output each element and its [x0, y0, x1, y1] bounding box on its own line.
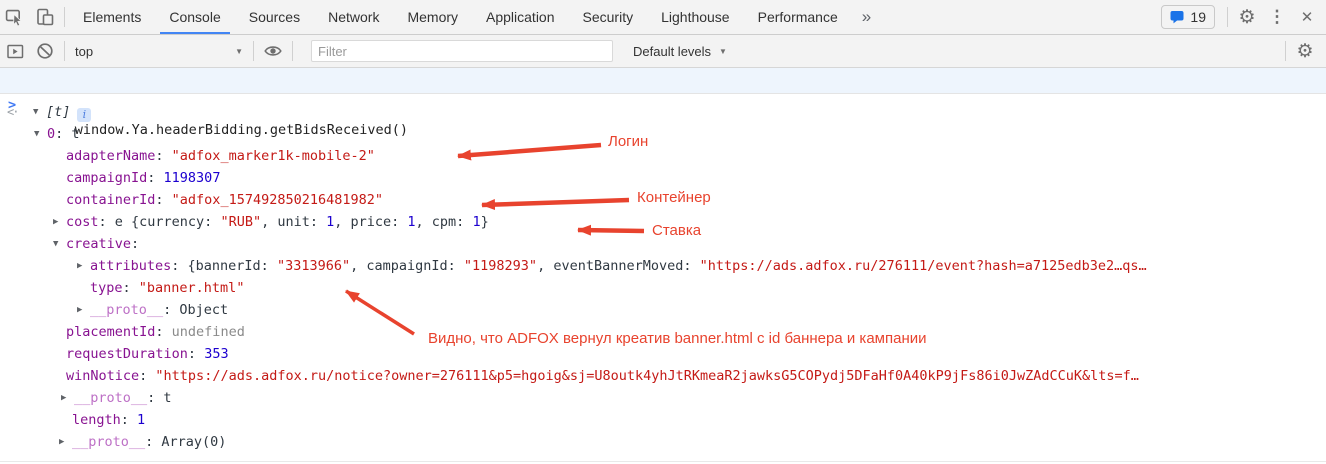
console-command-row: > window.Ya.headerBidding.getBidsReceive…	[0, 68, 1326, 94]
annotation-label-creative-note: Видно, что ADFOX вернул креатив banner.h…	[428, 330, 926, 347]
console-line: type: "banner.html"	[0, 277, 1326, 299]
console-line: ▶ __proto__: t	[0, 387, 1326, 409]
console-area: > window.Ya.headerBidding.getBidsReceive…	[0, 68, 1326, 453]
chevron-down-icon: ▼	[719, 47, 727, 56]
issues-count: 19	[1190, 9, 1206, 25]
console-line: winNotice: "https://ads.adfox.ru/notice?…	[0, 365, 1326, 387]
console-line-content: type: "banner.html"	[90, 277, 244, 299]
javascript-context-dropdown[interactable]: top ▼	[69, 44, 249, 59]
console-line-content: campaignId: 1198307	[66, 167, 220, 189]
inspect-element-icon[interactable]	[0, 3, 30, 31]
tab-elements[interactable]: Elements	[74, 0, 150, 34]
console-line: ▶ __proto__: Object	[0, 299, 1326, 321]
tab-security[interactable]: Security	[574, 0, 643, 34]
toolbar-separator	[64, 7, 65, 27]
disclosure-triangle-expanded[interactable]: ▼	[33, 101, 38, 123]
console-line-content: __proto__: Object	[90, 299, 228, 321]
console-line-content: __proto__: t	[74, 387, 172, 409]
annotation-label-container: Контейнер	[637, 189, 711, 206]
disclosure-triangle-expanded[interactable]: ▼	[53, 233, 58, 255]
toolbar-separator	[64, 41, 65, 61]
disclosure-triangle-collapsed[interactable]: ▶	[77, 255, 82, 277]
chevron-down-icon: ▼	[235, 47, 243, 56]
console-output-lines: <· ▼ [t]i ▼ 0: tadapterName: "adfox_marker1k…	[0, 94, 1326, 453]
annotation-label-bid: Ставка	[652, 222, 701, 239]
console-line-content: length: 1	[72, 409, 145, 431]
disclosure-triangle-expanded[interactable]: ▼	[34, 123, 39, 145]
console-line: ▶ attributes: {bannerId: "3313966", campa…	[0, 255, 1326, 277]
console-bottom-divider	[0, 461, 1326, 462]
tab-sources[interactable]: Sources	[240, 0, 309, 34]
toolbar-separator	[1227, 7, 1228, 27]
disclosure-triangle-collapsed[interactable]: ▶	[61, 387, 66, 409]
context-value: top	[75, 44, 93, 59]
disclosure-triangle-collapsed[interactable]: ▶	[77, 299, 82, 321]
console-line-content: cost: e {currency: "RUB", unit: 1, price…	[66, 211, 489, 233]
console-line: adapterName: "adfox_marker1k-mobile-2"	[0, 145, 1326, 167]
console-line: length: 1	[0, 409, 1326, 431]
console-line-content: creative:	[66, 233, 139, 255]
message-bubble-icon	[1170, 10, 1184, 24]
tab-network[interactable]: Network	[319, 0, 388, 34]
levels-value: Default levels	[633, 44, 711, 59]
disclosure-triangle-collapsed[interactable]: ▶	[59, 431, 64, 453]
more-tabs-chevron-icon[interactable]: »	[852, 7, 881, 27]
device-toolbar-icon[interactable]	[30, 3, 60, 31]
console-line: <· ▼ [t]i	[0, 101, 1326, 123]
filter-input[interactable]	[311, 40, 613, 62]
live-expression-eye-icon[interactable]	[258, 37, 288, 65]
devtools-window: Elements Console Sources Network Memory Appli…	[0, 0, 1326, 464]
disclosure-triangle-collapsed[interactable]: ▶	[53, 211, 58, 233]
tab-console[interactable]: Console	[160, 0, 229, 34]
log-levels-dropdown[interactable]: Default levels ▼	[627, 44, 733, 59]
console-line-content: containerId: "adfox_157492850216481982"	[66, 189, 383, 211]
tab-application[interactable]: Application	[477, 0, 564, 34]
console-line-content: [t]i	[46, 101, 91, 123]
returned-value-icon: <·	[7, 101, 17, 123]
console-line-content: winNotice: "https://ads.adfox.ru/notice?…	[66, 365, 1139, 387]
toolbar-separator	[253, 41, 254, 61]
console-line: ▼ 0: t	[0, 123, 1326, 145]
console-line-content: requestDuration: 353	[66, 343, 229, 365]
tab-memory[interactable]: Memory	[398, 0, 467, 34]
tab-performance[interactable]: Performance	[749, 0, 847, 34]
console-sidebar-icon[interactable]	[0, 37, 30, 65]
tab-lighthouse[interactable]: Lighthouse	[652, 0, 739, 34]
console-toolbar: top ▼ Default levels ▼ ⚙	[0, 35, 1326, 68]
toolbar-separator	[292, 41, 293, 61]
devtools-tabbar: Elements Console Sources Network Memory Appli…	[0, 0, 1326, 35]
toolbar-separator	[1285, 41, 1286, 61]
clear-console-icon[interactable]	[30, 37, 60, 65]
issues-badge[interactable]: 19	[1161, 5, 1215, 29]
console-line-content: placementId: undefined	[66, 321, 245, 343]
console-line: campaignId: 1198307	[0, 167, 1326, 189]
close-icon[interactable]: ✕	[1292, 3, 1322, 31]
kebab-menu-icon[interactable]: ⋮	[1262, 3, 1292, 31]
console-line-content: 0: t	[47, 123, 80, 145]
settings-gear-icon[interactable]: ⚙	[1232, 3, 1262, 31]
console-line: ▶ __proto__: Array(0)	[0, 431, 1326, 453]
console-line-content: attributes: {bannerId: "3313966", campai…	[90, 255, 1147, 277]
console-line-content: __proto__: Array(0)	[72, 431, 226, 453]
panel-tabs: Elements Console Sources Network Memory Appli…	[69, 0, 852, 34]
console-line-content: adapterName: "adfox_marker1k-mobile-2"	[66, 145, 375, 167]
info-icon[interactable]: i	[77, 108, 91, 122]
console-settings-gear-icon[interactable]: ⚙	[1290, 37, 1320, 65]
annotation-label-login: Логин	[608, 133, 648, 150]
